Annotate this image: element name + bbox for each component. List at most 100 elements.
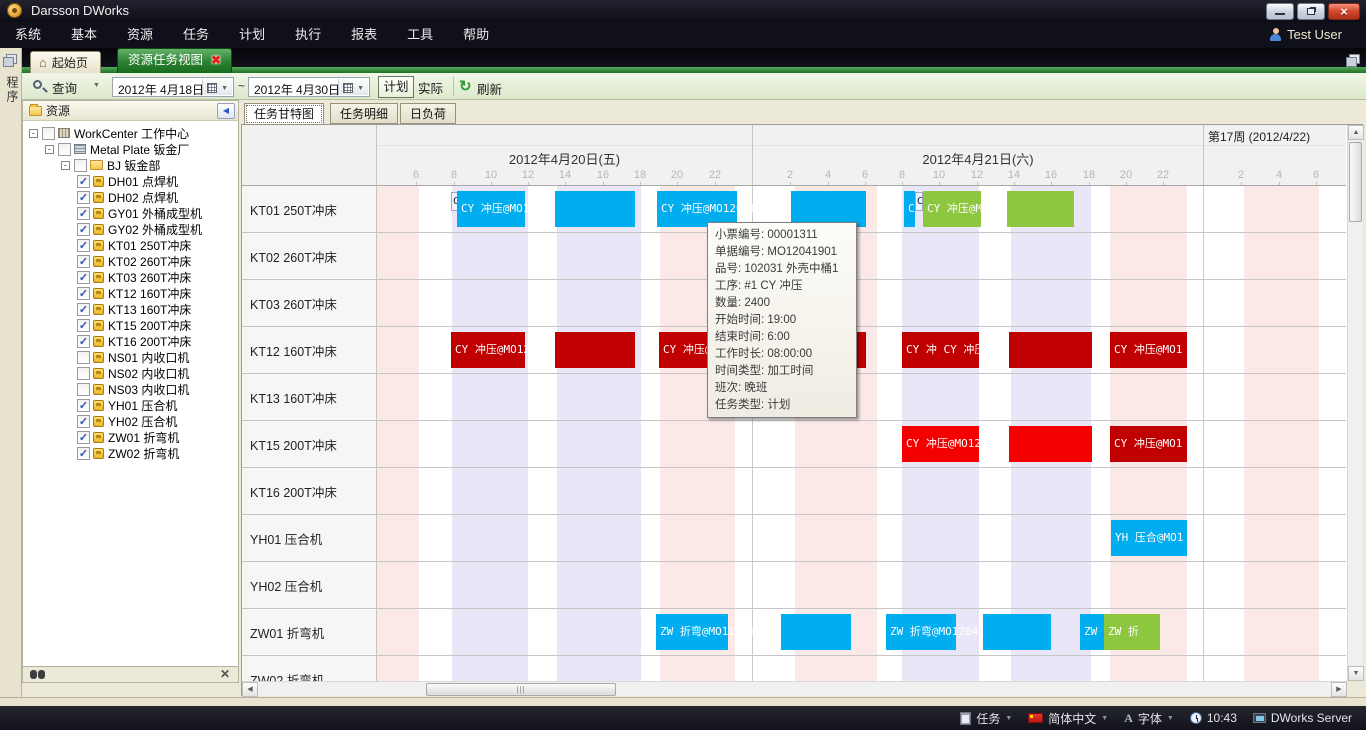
tree-row[interactable]: ✓DH02 点焊机: [23, 189, 238, 205]
task-bar[interactable]: CY 冲压@MO12041901: [457, 191, 525, 227]
tree-checkbox[interactable]: ✓: [77, 303, 90, 316]
tree-checkbox[interactable]: ✓: [77, 207, 90, 220]
tree-checkbox[interactable]: ✓: [77, 223, 90, 236]
tree-checkbox[interactable]: ✓: [77, 271, 90, 284]
menu-item[interactable]: 计划: [224, 22, 280, 48]
tree-row[interactable]: -BJ 钣金部: [23, 157, 238, 173]
restore-button[interactable]: [1297, 3, 1325, 20]
tree-row[interactable]: ✓GY01 外桶成型机: [23, 205, 238, 221]
task-bar[interactable]: CY 冲压@MO12041903: [902, 426, 979, 462]
task-bar[interactable]: ZW 折: [1104, 614, 1160, 650]
tree-expander-icon[interactable]: -: [61, 161, 70, 170]
status-item-tasks[interactable]: 任务▼: [960, 710, 1012, 727]
date-from-field[interactable]: 2012年 4月18日 ▼: [112, 77, 234, 97]
plan-toggle-button[interactable]: 计划: [378, 76, 414, 98]
task-bar[interactable]: [781, 614, 851, 650]
find-icon[interactable]: [30, 670, 45, 679]
date-from-picker-button[interactable]: ▼: [202, 79, 232, 95]
menu-item[interactable]: 执行: [280, 22, 336, 48]
query-dropdown-caret[interactable]: ▼: [93, 82, 100, 89]
tree-checkbox[interactable]: [42, 127, 55, 140]
task-bar[interactable]: [983, 614, 1051, 650]
tree-checkbox[interactable]: [77, 383, 90, 396]
tree-checkbox[interactable]: ✓: [77, 415, 90, 428]
tree-row[interactable]: ✓YH02 压合机: [23, 413, 238, 429]
tab-task-gantt[interactable]: 任务甘特图: [244, 103, 324, 125]
tree-row[interactable]: ✓KT02 260T冲床: [23, 253, 238, 269]
task-bar[interactable]: YH 压合@MO1: [1111, 520, 1187, 556]
menu-item[interactable]: 资源: [112, 22, 168, 48]
scroll-down-arrow[interactable]: ▼: [1348, 666, 1364, 681]
tree-row[interactable]: ✓GY02 外桶成型机: [23, 221, 238, 237]
close-button[interactable]: ×: [1328, 3, 1360, 20]
tree-row[interactable]: ✓KT16 200T冲床: [23, 333, 238, 349]
constraint-tag[interactable]: C: [915, 192, 923, 211]
task-bar[interactable]: CY 冲压@MO12041904: [451, 332, 525, 368]
tree-row[interactable]: -Metal Plate 钣金厂: [23, 141, 238, 157]
task-bar[interactable]: CY 冲压@MO1: [1110, 426, 1187, 462]
tab-close-icon[interactable]: ✖: [211, 53, 221, 67]
tree-row[interactable]: ✓KT12 160T冲床: [23, 285, 238, 301]
horizontal-scrollbar[interactable]: ◀ ||| ▶: [242, 681, 1347, 696]
query-button[interactable]: 查询: [52, 78, 77, 97]
scroll-up-arrow[interactable]: ▲: [1348, 125, 1364, 140]
vertical-scroll-thumb[interactable]: [1349, 142, 1362, 222]
tree-row[interactable]: -WorkCenter 工作中心: [23, 125, 238, 141]
tree-row[interactable]: NS01 内收口机: [23, 349, 238, 365]
tab-daily-load[interactable]: 日负荷: [400, 103, 456, 124]
task-bar[interactable]: [555, 191, 635, 227]
task-bar[interactable]: CY 冲压@MO12041902: [923, 191, 981, 227]
tree-row[interactable]: ✓YH01 压合机: [23, 397, 238, 413]
window-list-icon[interactable]: [1346, 54, 1360, 67]
tree-checkbox[interactable]: ✓: [77, 175, 90, 188]
date-to-field[interactable]: 2012年 4月30日 ▼: [248, 77, 370, 97]
status-dropdown-caret[interactable]: ▼: [1101, 715, 1108, 722]
status-item-flag[interactable]: 简体中文▼: [1028, 710, 1108, 727]
status-dropdown-caret[interactable]: ▼: [1167, 715, 1174, 722]
menu-item[interactable]: 任务: [168, 22, 224, 48]
tree-row[interactable]: NS03 内收口机: [23, 381, 238, 397]
tree-checkbox[interactable]: [77, 367, 90, 380]
tab-home-page[interactable]: ⌂起始页: [30, 51, 101, 73]
vertical-scrollbar[interactable]: ▲ ▼: [1347, 125, 1363, 681]
task-bar[interactable]: ZW: [1080, 614, 1104, 650]
tree-checkbox[interactable]: ✓: [77, 255, 90, 268]
tree-checkbox[interactable]: [74, 159, 87, 172]
task-bar[interactable]: C: [904, 191, 915, 227]
task-bar[interactable]: ZW 折弯@MO12041901: [656, 614, 728, 650]
menu-item[interactable]: 系统: [0, 22, 56, 48]
tree-row[interactable]: ✓KT13 160T冲床: [23, 301, 238, 317]
task-bar[interactable]: CY 冲压@MO1: [1110, 332, 1187, 368]
tree-checkbox[interactable]: ✓: [77, 239, 90, 252]
tree-expander-icon[interactable]: -: [45, 145, 54, 154]
task-bar[interactable]: CY 冲 CY 冲压@MO12041904: [902, 332, 979, 368]
tree-checkbox[interactable]: ✓: [77, 399, 90, 412]
collapse-panel-button[interactable]: ◀: [217, 103, 235, 119]
scroll-left-arrow[interactable]: ◀: [242, 682, 258, 697]
tree-checkbox[interactable]: ✓: [77, 335, 90, 348]
tree-row[interactable]: NS02 内收口机: [23, 365, 238, 381]
tree-row[interactable]: ✓KT15 200T冲床: [23, 317, 238, 333]
collapsed-side-panel[interactable]: 程序: [0, 48, 22, 697]
refresh-button[interactable]: 刷新: [477, 79, 502, 98]
status-dropdown-caret[interactable]: ▼: [1005, 715, 1012, 722]
scroll-right-arrow[interactable]: ▶: [1331, 682, 1347, 697]
tree-checkbox[interactable]: ✓: [77, 191, 90, 204]
menu-item[interactable]: 工具: [392, 22, 448, 48]
tree-row[interactable]: ✓KT03 260T冲床: [23, 269, 238, 285]
tree-checkbox[interactable]: ✓: [77, 287, 90, 300]
find-close-icon[interactable]: ✕: [220, 667, 230, 681]
task-bar[interactable]: [1009, 426, 1092, 462]
actual-toggle-button[interactable]: 实际: [418, 78, 443, 97]
tree-checkbox[interactable]: [58, 143, 71, 156]
horizontal-scroll-thumb[interactable]: |||: [426, 683, 616, 696]
task-bar[interactable]: [1007, 191, 1074, 227]
tree-checkbox[interactable]: ✓: [77, 319, 90, 332]
tree-checkbox[interactable]: [77, 351, 90, 364]
tab-task-detail[interactable]: 任务明细: [330, 103, 398, 124]
tree-checkbox[interactable]: ✓: [77, 447, 90, 460]
task-bar[interactable]: ZW 折弯@MO12041901: [886, 614, 956, 650]
tree-row[interactable]: ✓ZW02 折弯机: [23, 445, 238, 461]
tree-checkbox[interactable]: ✓: [77, 431, 90, 444]
menu-item[interactable]: 报表: [336, 22, 392, 48]
